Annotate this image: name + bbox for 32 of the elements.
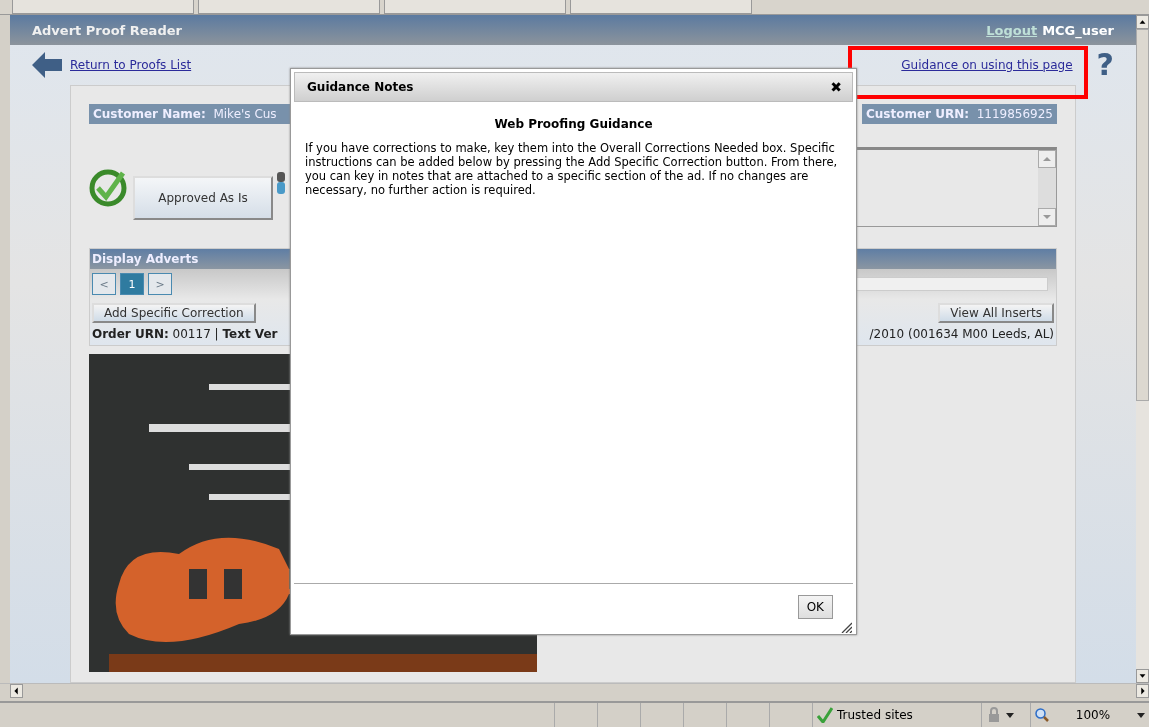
scroll-down-icon[interactable] [1136,669,1149,683]
magnifier-icon[interactable] [1035,708,1049,722]
resize-grip-icon[interactable] [840,621,852,633]
approve-button[interactable]: Approved As Is [133,176,273,220]
app-title: Advert Proof Reader [32,22,182,38]
help-icon[interactable]: ? [1096,50,1114,80]
dialog-title: Guidance Notes [307,80,414,94]
scroll-left-icon[interactable] [10,684,23,698]
scroll-right-icon[interactable] [1136,684,1149,698]
page-button[interactable]: 1 [120,273,144,295]
dropdown-icon[interactable] [1006,712,1014,718]
check-icon [817,707,833,723]
customer-urn: Customer URN: 1119856925 [861,104,1057,124]
dialog-heading: Web Proofing Guidance [493,117,654,131]
scroll-up-icon[interactable] [1136,15,1149,29]
return-link[interactable]: Return to Proofs List [70,58,192,72]
security-zone: Trusted sites [837,708,913,722]
guidance-text: If you have corrections to make, key them into the Overall Corrections Needed box. Specific instructions can be added below by pressing the Add Specific Correction button. From there, you can key in notes that are attached to a specific section of the ad. If no changes are necessary, no further action is required. [305,141,839,197]
dropdown-icon[interactable] [1137,712,1145,718]
add-correction-button[interactable]: Add Specific Correction [92,303,256,323]
order-info: Order URN: 00117 | Text Ver [92,327,278,341]
close-button[interactable]: ✖ [830,79,842,95]
ok-button[interactable]: OK [797,595,833,619]
section-title: Display Adverts [92,252,199,266]
guidance-link[interactable]: Guidance on using this page [901,58,1073,72]
username: MCG_user [1042,22,1114,38]
back-arrow-icon[interactable] [32,52,62,78]
order-details: /2010 (001634 M00 Leeds, AL) [869,327,1054,341]
pen-icon [277,172,285,194]
zoom-level[interactable]: 100% [1075,708,1111,722]
check-icon [89,169,127,207]
view-inserts-button[interactable]: View All Inserts [938,303,1054,323]
